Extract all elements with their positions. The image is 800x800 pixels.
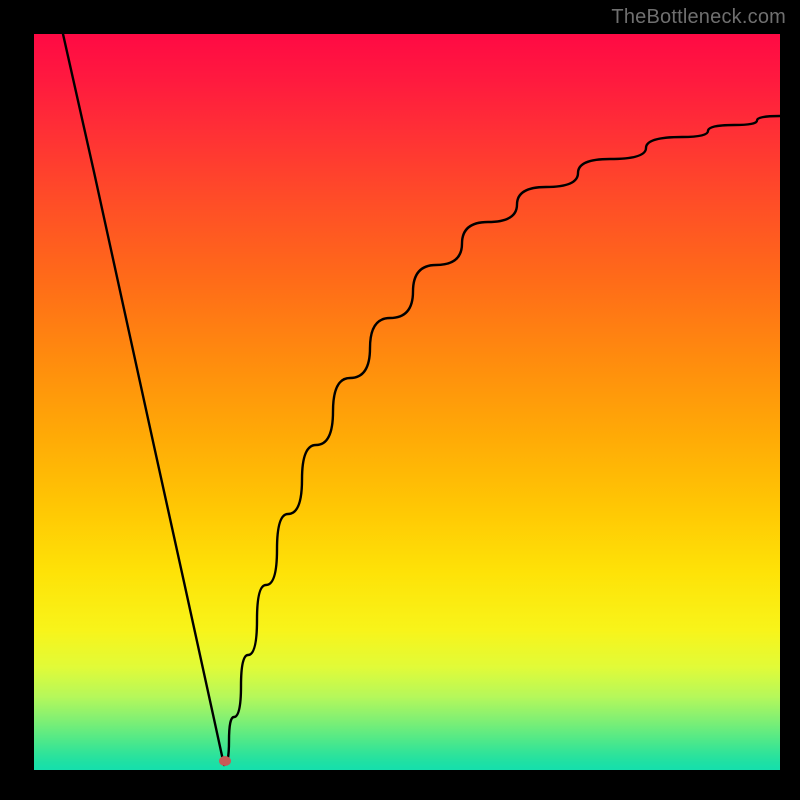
gradient-plot-area bbox=[34, 34, 780, 770]
sweet-spot-marker bbox=[219, 756, 231, 766]
bottleneck-curve bbox=[34, 34, 780, 770]
stage: TheBottleneck.com bbox=[0, 0, 800, 800]
attribution-text: TheBottleneck.com bbox=[611, 6, 786, 29]
